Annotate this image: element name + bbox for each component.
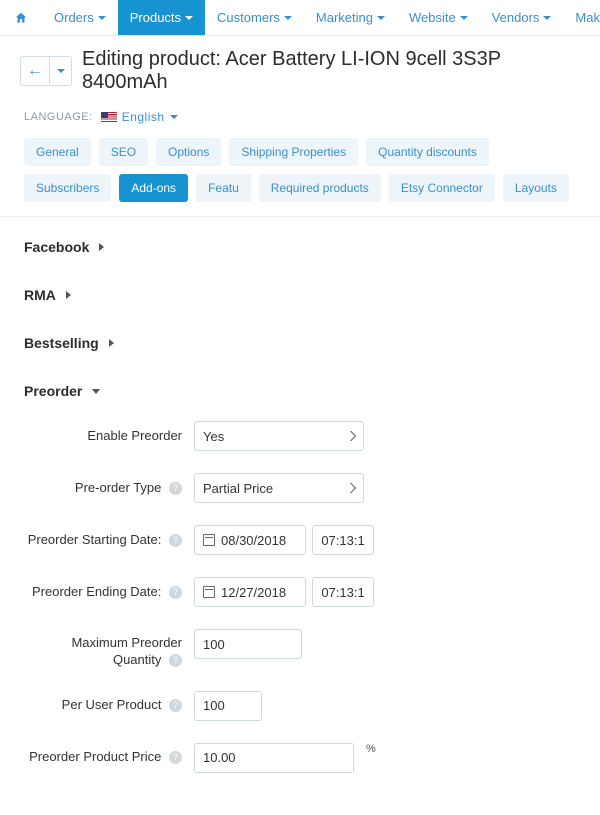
home-icon	[14, 11, 28, 25]
row-enable-preorder: Enable Preorder Yes	[24, 421, 576, 451]
nav-products[interactable]: Products	[118, 0, 205, 35]
caret-icon	[284, 16, 292, 20]
start-date-input[interactable]: 08/30/2018	[194, 525, 306, 555]
tab-shipping[interactable]: Shipping Properties	[229, 138, 358, 166]
section-bestselling[interactable]: Bestselling	[24, 319, 576, 367]
start-date-label: Preorder Starting Date: ?	[24, 532, 194, 549]
per-user-label: Per User Product ?	[24, 697, 194, 714]
percent-suffix: %	[366, 743, 376, 755]
nav-make-offer[interactable]: Make An Offer	[563, 0, 600, 35]
page-header: ← Editing product: Acer Battery LI-ION 9…	[0, 36, 600, 94]
tab-subscribers[interactable]: Subscribers	[24, 174, 111, 202]
end-date-label: Preorder Ending Date: ?	[24, 584, 194, 601]
nav-label: Make An Offer	[575, 10, 600, 25]
nav-home[interactable]	[0, 0, 42, 35]
tab-addons[interactable]: Add-ons	[119, 174, 188, 202]
nav-label: Marketing	[316, 10, 373, 25]
language-value: English	[122, 110, 165, 124]
max-qty-label: Maximum Preorder Quantity ?	[24, 629, 194, 669]
tab-qty-discounts[interactable]: Quantity discounts	[366, 138, 489, 166]
row-price: Preorder Product Price ? %	[24, 743, 576, 773]
start-time-input[interactable]	[312, 525, 374, 555]
section-title: Facebook	[24, 239, 89, 255]
help-icon[interactable]: ?	[169, 654, 182, 667]
caret-icon	[543, 16, 551, 20]
caret-icon	[377, 16, 385, 20]
nav-label: Customers	[217, 10, 280, 25]
section-title: RMA	[24, 287, 56, 303]
back-button[interactable]: ←	[20, 56, 50, 86]
nav-marketing[interactable]: Marketing	[304, 0, 397, 35]
flag-us-icon	[101, 112, 117, 123]
help-icon[interactable]: ?	[169, 482, 182, 495]
enable-preorder-select[interactable]: Yes	[194, 421, 364, 451]
caret-icon	[460, 16, 468, 20]
row-max-qty: Maximum Preorder Quantity ?	[24, 629, 576, 669]
preorder-form: Enable Preorder Yes Pre-order Type ? Par…	[24, 415, 576, 773]
nav-label: Website	[409, 10, 456, 25]
preorder-type-select[interactable]: Partial Price	[194, 473, 364, 503]
chevron-right-icon	[99, 243, 104, 251]
section-title: Preorder	[24, 383, 82, 399]
back-dropdown[interactable]	[50, 56, 72, 86]
help-icon[interactable]: ?	[169, 699, 182, 712]
enable-preorder-label: Enable Preorder	[24, 428, 194, 445]
nav-label: Vendors	[492, 10, 540, 25]
end-time-input[interactable]	[312, 577, 374, 607]
language-row: LANGUAGE: English	[0, 94, 600, 138]
tab-seo[interactable]: SEO	[99, 138, 148, 166]
max-qty-input[interactable]	[194, 629, 302, 659]
row-end-date: Preorder Ending Date: ? 12/27/2018	[24, 577, 576, 607]
chevron-down-icon	[92, 389, 100, 394]
caret-icon	[57, 69, 65, 73]
back-button-group: ←	[20, 56, 72, 86]
end-date-input[interactable]: 12/27/2018	[194, 577, 306, 607]
language-label: LANGUAGE:	[24, 111, 93, 123]
preorder-type-label: Pre-order Type ?	[24, 480, 194, 497]
chevron-right-icon	[109, 339, 114, 347]
tab-etsy[interactable]: Etsy Connector	[389, 174, 495, 202]
row-preorder-type: Pre-order Type ? Partial Price	[24, 473, 576, 503]
tab-required-products[interactable]: Required products	[259, 174, 381, 202]
sections: Facebook RMA Bestselling Preorder Enable…	[0, 217, 600, 815]
section-title: Bestselling	[24, 335, 99, 351]
arrow-left-icon: ←	[27, 62, 43, 80]
nav-customers[interactable]: Customers	[205, 0, 304, 35]
tab-general[interactable]: General	[24, 138, 91, 166]
section-facebook[interactable]: Facebook	[24, 223, 576, 271]
per-user-input[interactable]	[194, 691, 262, 721]
caret-icon	[170, 115, 178, 119]
tab-options[interactable]: Options	[156, 138, 221, 166]
nav-vendors[interactable]: Vendors	[480, 0, 564, 35]
date-value: 08/30/2018	[221, 533, 286, 548]
price-label: Preorder Product Price ?	[24, 749, 194, 766]
help-icon[interactable]: ?	[169, 751, 182, 764]
tab-layouts[interactable]: Layouts	[503, 174, 569, 202]
caret-icon	[185, 16, 193, 20]
help-icon[interactable]: ?	[169, 586, 182, 599]
calendar-icon	[203, 534, 215, 546]
tabs: General SEO Options Shipping Properties …	[0, 138, 600, 217]
chevron-right-icon	[66, 291, 71, 299]
price-input[interactable]	[194, 743, 354, 773]
calendar-icon	[203, 586, 215, 598]
nav-orders[interactable]: Orders	[42, 0, 118, 35]
language-select[interactable]: English	[101, 110, 178, 124]
section-rma[interactable]: RMA	[24, 271, 576, 319]
page-title: Editing product: Acer Battery LI-ION 9ce…	[82, 48, 580, 94]
nav-website[interactable]: Website	[397, 0, 480, 35]
date-value: 12/27/2018	[221, 585, 286, 600]
caret-icon	[98, 16, 106, 20]
nav-label: Products	[130, 10, 181, 25]
nav-label: Orders	[54, 10, 94, 25]
top-nav: Orders Products Customers Marketing Webs…	[0, 0, 600, 36]
row-start-date: Preorder Starting Date: ? 08/30/2018	[24, 525, 576, 555]
tab-features[interactable]: Featu	[196, 174, 251, 202]
section-preorder[interactable]: Preorder	[24, 367, 576, 415]
row-per-user: Per User Product ?	[24, 691, 576, 721]
help-icon[interactable]: ?	[169, 534, 182, 547]
